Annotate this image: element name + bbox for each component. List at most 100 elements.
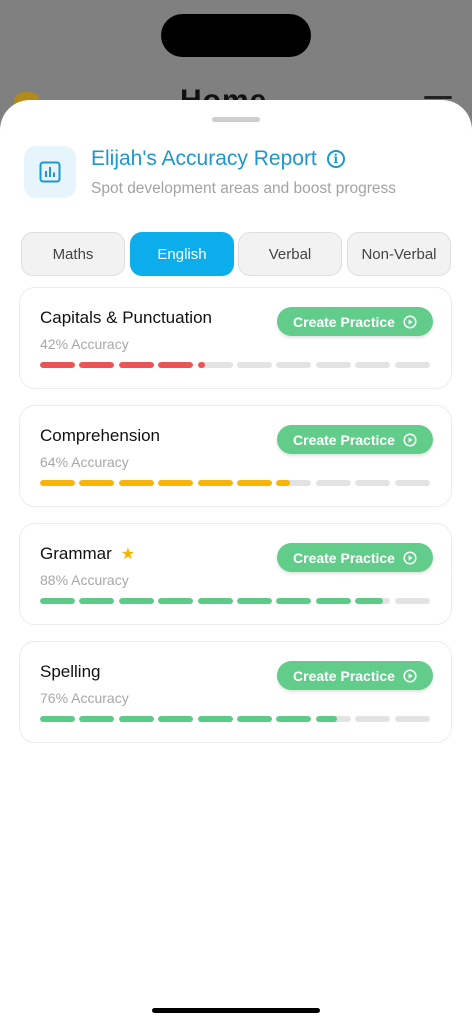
progress-segment <box>237 598 272 604</box>
home-indicator[interactable] <box>152 1008 320 1013</box>
progress-segment <box>355 716 391 722</box>
progress-segment-fill <box>40 480 75 486</box>
progress-segment <box>197 598 233 604</box>
progress-segment-fill <box>118 480 154 486</box>
progress-segment-fill <box>118 362 154 368</box>
progress-segment <box>197 716 233 722</box>
progress-segment-fill <box>355 598 384 604</box>
progress-segment <box>315 598 351 604</box>
progress-segment-fill <box>79 362 115 368</box>
topic-accuracy: 42% Accuracy <box>40 336 129 352</box>
progress-segment <box>394 362 430 368</box>
progress-segment-fill <box>158 598 194 604</box>
progress-segment <box>355 362 391 368</box>
info-icon[interactable]: i <box>326 150 345 168</box>
progress-segment <box>315 716 351 722</box>
progress-segment-fill <box>237 716 272 722</box>
progress-segment <box>40 362 75 368</box>
progress-segment <box>118 362 154 368</box>
progress-segment <box>158 362 194 368</box>
tab-verbal[interactable]: Verbal <box>238 232 342 276</box>
accuracy-progress-bar <box>40 362 434 368</box>
progress-segment <box>394 716 430 722</box>
progress-segment-fill <box>276 716 312 722</box>
topic-accuracy: 88% Accuracy <box>40 572 129 588</box>
progress-segment <box>79 598 115 604</box>
progress-segment <box>40 716 75 722</box>
play-circle-icon <box>403 314 417 329</box>
progress-segment <box>237 716 272 722</box>
progress-segment <box>355 480 391 486</box>
topic-title: Comprehension <box>40 426 161 445</box>
progress-segment <box>197 480 233 486</box>
topic-card-capitals-punctuation: Capitals & Punctuation 42% Accuracy Crea… <box>19 287 452 389</box>
progress-segment-fill <box>79 480 115 486</box>
progress-segment <box>237 480 272 486</box>
topic-accuracy: 76% Accuracy <box>40 690 129 706</box>
progress-segment <box>197 362 233 368</box>
play-circle-icon <box>403 668 417 683</box>
topic-title: Capitals & Punctuation <box>40 308 212 327</box>
progress-segment-fill <box>315 716 337 722</box>
progress-segment <box>40 480 75 486</box>
accuracy-report-sheet: Elijah's Accuracy Report i Spot developm… <box>0 100 472 1024</box>
report-title: Elijah's Accuracy Report i <box>91 147 345 171</box>
dynamic-island <box>161 14 311 57</box>
progress-segment <box>158 598 194 604</box>
create-practice-button[interactable]: Create Practice <box>277 307 433 336</box>
progress-segment-fill <box>158 716 194 722</box>
create-practice-button[interactable]: Create Practice <box>277 661 433 690</box>
progress-segment-fill <box>118 716 154 722</box>
progress-segment <box>40 598 75 604</box>
tab-maths[interactable]: Maths <box>21 232 125 276</box>
progress-segment <box>158 480 194 486</box>
progress-segment <box>79 480 115 486</box>
play-circle-icon <box>403 432 417 447</box>
progress-segment <box>355 598 391 604</box>
progress-segment <box>394 480 430 486</box>
topic-card-comprehension: Comprehension 64% Accuracy Create Practi… <box>19 405 452 507</box>
progress-segment-fill <box>276 598 312 604</box>
topic-card-grammar: Grammar ★ 88% Accuracy Create Practice <box>19 523 452 625</box>
progress-segment-fill <box>237 480 272 486</box>
progress-segment-fill <box>79 716 115 722</box>
progress-segment-fill <box>315 598 351 604</box>
progress-segment-fill <box>197 598 233 604</box>
progress-segment-fill <box>158 362 194 368</box>
progress-segment <box>158 716 194 722</box>
accuracy-progress-bar <box>40 716 434 722</box>
progress-segment <box>79 716 115 722</box>
play-circle-icon <box>403 550 417 565</box>
sheet-grabber[interactable] <box>212 117 260 122</box>
progress-segment-fill <box>197 480 233 486</box>
progress-segment-fill <box>197 716 233 722</box>
progress-segment-fill <box>40 598 75 604</box>
topic-title: Spelling <box>40 662 101 681</box>
progress-segment <box>315 480 351 486</box>
progress-segment <box>79 362 115 368</box>
tab-english[interactable]: English <box>130 232 234 276</box>
topic-title: Grammar ★ <box>40 544 136 563</box>
create-practice-button[interactable]: Create Practice <box>277 425 433 454</box>
progress-segment-fill <box>276 480 291 486</box>
progress-segment-fill <box>197 362 205 368</box>
bar-chart-icon <box>24 146 76 198</box>
tab-non-verbal[interactable]: Non-Verbal <box>347 232 451 276</box>
progress-segment <box>237 362 272 368</box>
report-title-text: Elijah's Accuracy Report <box>91 147 317 170</box>
progress-segment-fill <box>79 598 115 604</box>
progress-segment <box>118 480 154 486</box>
progress-segment-fill <box>40 362 75 368</box>
progress-segment-fill <box>237 598 272 604</box>
report-subtitle: Spot development areas and boost progres… <box>91 180 397 197</box>
progress-segment <box>276 716 312 722</box>
subject-tabs: Maths English Verbal Non-Verbal <box>21 232 451 276</box>
topic-card-spelling: Spelling 76% Accuracy Create Practice <box>19 641 452 743</box>
progress-segment <box>315 362 351 368</box>
progress-segment-fill <box>40 716 75 722</box>
progress-segment <box>276 480 312 486</box>
accuracy-progress-bar <box>40 480 434 486</box>
create-practice-button[interactable]: Create Practice <box>277 543 433 572</box>
progress-segment <box>118 598 154 604</box>
topic-accuracy: 64% Accuracy <box>40 454 129 470</box>
